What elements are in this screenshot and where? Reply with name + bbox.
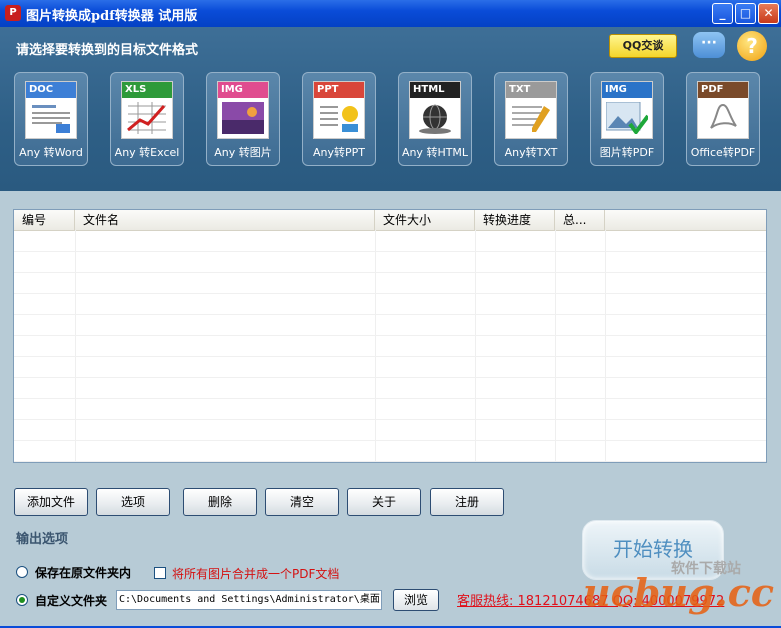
landscape-photo-icon — [222, 102, 264, 134]
format-heading: 请选择要转换到的目标文件格式 — [16, 43, 199, 58]
col-filesize[interactable]: 文件大小 — [375, 210, 475, 230]
table-row[interactable] — [14, 314, 766, 336]
browse-button[interactable]: 浏览 — [393, 589, 439, 611]
qq-chat-button[interactable]: QQ交谈 — [609, 34, 677, 58]
html-doc-icon: HTML — [409, 81, 461, 139]
tool-any-to-excel[interactable]: XLS Any 转Excel — [110, 72, 184, 166]
qq-label: QQ交谈 — [622, 39, 664, 52]
tool-label: Any 转HTML — [401, 146, 469, 159]
tool-label: Any 转Word — [19, 146, 83, 159]
tool-any-to-html[interactable]: HTML Any 转HTML — [398, 72, 472, 166]
table-row[interactable] — [14, 356, 766, 378]
doc-band-label: IMG — [218, 82, 268, 98]
radio-original-folder[interactable] — [16, 566, 28, 578]
format-header: 请选择要转换到的目标文件格式 QQ交谈 ··· ? DOC Any 转Word … — [0, 27, 781, 191]
ppt-slide-icon — [320, 106, 358, 132]
tool-any-to-txt[interactable]: TXT Any转TXT — [494, 72, 568, 166]
tool-label: 图片转PDF — [599, 146, 655, 159]
clear-button[interactable]: 清空 — [265, 488, 339, 516]
options-button[interactable]: 选项 — [96, 488, 170, 516]
table-row[interactable] — [14, 398, 766, 420]
doc-band-label: XLS — [122, 82, 172, 98]
doc-band-label: HTML — [410, 82, 460, 98]
tool-label: Any 转图片 — [214, 146, 272, 159]
col-filename[interactable]: 文件名 — [75, 210, 375, 230]
col-number[interactable]: 编号 — [14, 210, 75, 230]
col-progress[interactable]: 转换进度 — [475, 210, 555, 230]
output-section-title: 输出选项 — [16, 532, 69, 547]
file-list[interactable]: 编号 文件名 文件大小 转换进度 总... — [13, 209, 767, 463]
table-row[interactable] — [14, 293, 766, 315]
tool-label: Any转PPT — [313, 146, 365, 159]
delete-button[interactable]: 删除 — [183, 488, 257, 516]
doc-band-label: IMG — [602, 82, 652, 98]
image-doc-icon: IMG — [217, 81, 269, 139]
txt-doc-icon: TXT — [505, 81, 557, 139]
image-check-icon — [606, 102, 648, 134]
acrobat-icon — [710, 103, 737, 129]
tool-label: Office转PDF — [690, 146, 756, 159]
merge-pdf-checkbox[interactable] — [154, 567, 166, 579]
globe-icon — [419, 104, 451, 134]
table-row[interactable] — [14, 377, 766, 399]
watermark-logo: 软件下载站 ucbug.cc — [583, 552, 778, 615]
window-title: 图片转换成pdf转换器 试用版 — [26, 9, 198, 24]
col-total[interactable]: 总... — [555, 210, 605, 230]
tool-label: Any转TXT — [504, 146, 558, 159]
help-icon[interactable]: ? — [737, 31, 767, 61]
radio-custom-folder[interactable] — [16, 594, 28, 606]
maximize-button[interactable]: □ — [735, 3, 756, 24]
pdf-doc-icon: PDF — [697, 81, 749, 139]
ppt-doc-icon: PPT — [313, 81, 365, 139]
register-button[interactable]: 注册 — [430, 488, 504, 516]
table-row[interactable] — [14, 419, 766, 441]
tool-any-to-ppt[interactable]: PPT Any转PPT — [302, 72, 376, 166]
file-list-header: 编号 文件名 文件大小 转换进度 总... — [14, 210, 766, 231]
doc-band-label: PDF — [698, 82, 748, 98]
tool-image-to-pdf[interactable]: IMG 图片转PDF — [590, 72, 664, 166]
word-doc-icon: DOC — [25, 81, 77, 139]
chat-bubble-icon[interactable]: ··· — [693, 32, 725, 58]
tool-any-to-word[interactable]: DOC Any 转Word — [14, 72, 88, 166]
doc-band-label: TXT — [506, 82, 556, 98]
tool-any-to-image[interactable]: IMG Any 转图片 — [206, 72, 280, 166]
word-lines-icon — [32, 105, 70, 133]
radio-original-label: 保存在原文件夹内 — [35, 566, 132, 580]
img-pdf-doc-icon: IMG — [601, 81, 653, 139]
output-path-field[interactable]: C:\Documents and Settings\Administrator\… — [116, 590, 382, 610]
doc-band-label: DOC — [26, 82, 76, 98]
table-row[interactable] — [14, 251, 766, 273]
doc-band-label: PPT — [314, 82, 364, 98]
table-row[interactable] — [14, 272, 766, 294]
table-row[interactable] — [14, 230, 766, 252]
tool-label: Any 转Excel — [114, 146, 180, 159]
excel-chart-icon — [127, 102, 166, 134]
close-button[interactable]: ✕ — [758, 3, 779, 24]
pencil-note-icon — [512, 106, 550, 132]
merge-pdf-label: 将所有图片合并成一个PDF文档 — [172, 567, 340, 581]
tool-office-to-pdf[interactable]: PDF Office转PDF — [686, 72, 760, 166]
about-button[interactable]: 关于 — [347, 488, 421, 516]
minimize-button[interactable]: _ — [712, 3, 733, 24]
title-bar: P 图片转换成pdf转换器 试用版 _ □ ✕ — [0, 0, 781, 27]
radio-custom-label: 自定义文件夹 — [35, 594, 108, 608]
table-row[interactable] — [14, 440, 766, 462]
pdf-app-icon: P — [5, 5, 21, 21]
add-file-button[interactable]: 添加文件 — [14, 488, 88, 516]
watermark-domain: ucbug.cc — [583, 570, 775, 615]
table-row[interactable] — [14, 335, 766, 357]
excel-doc-icon: XLS — [121, 81, 173, 139]
